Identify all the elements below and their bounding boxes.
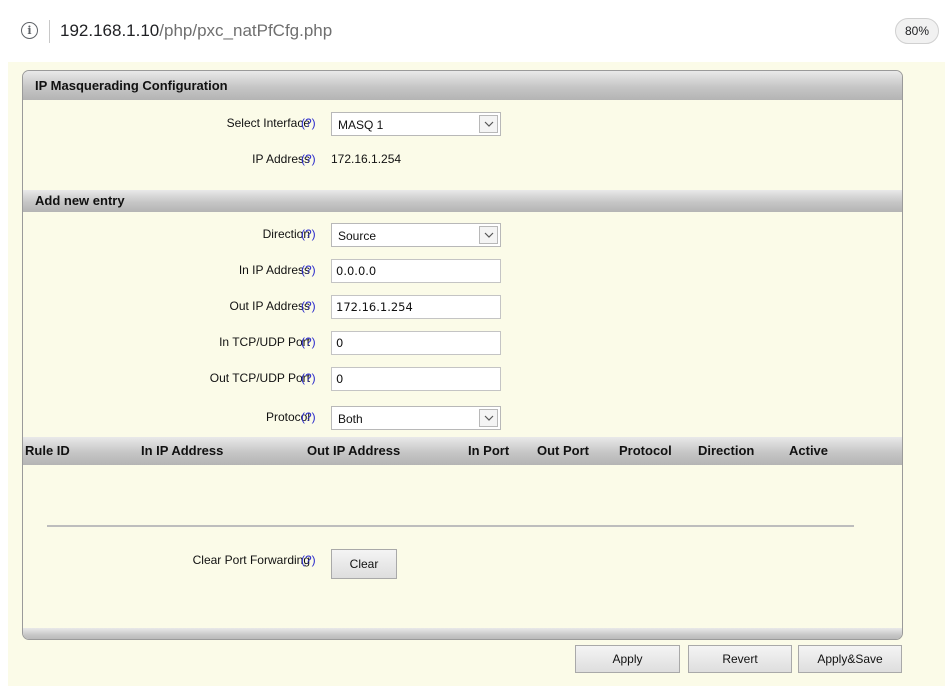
select-interface-row: Select Interface (?) MASQ 1 [23,112,902,136]
protocol-row: Protocol (?) Both [23,406,902,430]
out-port-label: Out TCP/UDP Port [209,371,310,385]
panel-footer-bar [23,628,902,639]
direction-value: Source [338,229,377,243]
clear-row: Clear Port Forwarding (?) Clear [23,549,902,579]
in-port-row: In TCP/UDP Port (?) 0 [23,331,902,355]
out-port-help-link[interactable]: (?) [301,371,316,385]
column-header-active: Active [789,443,829,458]
clear-help-link[interactable]: (?) [301,553,316,567]
select-interface-dropdown[interactable]: MASQ 1 [331,112,501,136]
clear-button[interactable]: Clear [331,549,397,579]
revert-button[interactable]: Revert [688,645,792,673]
chevron-down-icon[interactable] [479,115,498,133]
column-header-direction: Direction [698,443,755,458]
address-bar[interactable]: i 192.168.1.10/php/pxc_natPfCfg.php 80% [0,0,945,62]
out-ip-row: Out IP Address (?) 172.16.1.254 [23,295,902,319]
protocol-value: Both [338,412,363,426]
in-port-field[interactable]: 0 [331,331,501,355]
select-interface-label: Select Interface [226,116,310,130]
protocol-dropdown[interactable]: Both [331,406,501,430]
ip-address-help-link[interactable]: (?) [301,152,316,166]
column-header-out-port: Out Port [537,443,589,458]
select-interface-help-link[interactable]: (?) [301,116,316,130]
url-host: 192.168.1.10 [60,21,160,40]
column-header-rule-id: Rule ID [25,443,70,458]
divider [49,20,50,43]
ip-address-value: 172.16.1.254 [331,152,402,166]
out-ip-field[interactable]: 172.16.1.254 [331,295,501,319]
column-header-protocol: Protocol [619,443,672,458]
select-interface-value: MASQ 1 [338,118,384,132]
ip-address-row: IP Address (?) 172.16.1.254 [23,150,902,170]
rules-table-header: Rule ID In IP Address Out IP Address In … [23,437,902,465]
info-icon[interactable]: i [21,22,38,39]
apply-button[interactable]: Apply [575,645,680,673]
in-ip-row: In IP Address (?) 0.0.0.0 [23,259,902,283]
out-port-field[interactable]: 0 [331,367,501,391]
clear-port-forwarding-label: Clear Port Forwarding [192,553,310,567]
out-port-row: Out TCP/UDP Port (?) 0 [23,367,902,391]
in-port-help-link[interactable]: (?) [301,335,316,349]
in-ip-help-link[interactable]: (?) [301,263,316,277]
direction-dropdown[interactable]: Source [331,223,501,247]
section-divider [47,525,854,527]
in-port-label: In TCP/UDP Port [219,335,310,349]
apply-save-button[interactable]: Apply&Save [798,645,902,673]
chevron-down-icon[interactable] [479,409,498,427]
page-content: IP Masquerading Configuration Select Int… [8,62,945,686]
url-text[interactable]: 192.168.1.10/php/pxc_natPfCfg.php [60,21,332,41]
column-header-in-ip: In IP Address [141,443,224,458]
column-header-in-port: In Port [468,443,510,458]
masquerading-panel: IP Masquerading Configuration Select Int… [22,70,903,640]
direction-row: Direction (?) Source [23,223,902,247]
column-header-out-ip: Out IP Address [307,443,401,458]
chevron-down-icon[interactable] [479,226,498,244]
url-path: /php/pxc_natPfCfg.php [159,21,333,40]
direction-help-link[interactable]: (?) [301,227,316,241]
in-ip-field[interactable]: 0.0.0.0 [331,259,501,283]
protocol-help-link[interactable]: (?) [301,410,316,424]
zoom-indicator[interactable]: 80% [895,18,939,44]
in-ip-label: In IP Address [238,263,310,277]
out-ip-label: Out IP Address [229,299,311,313]
panel-title: IP Masquerading Configuration [23,71,902,100]
out-ip-help-link[interactable]: (?) [301,299,316,313]
add-entry-header: Add new entry [23,190,902,212]
